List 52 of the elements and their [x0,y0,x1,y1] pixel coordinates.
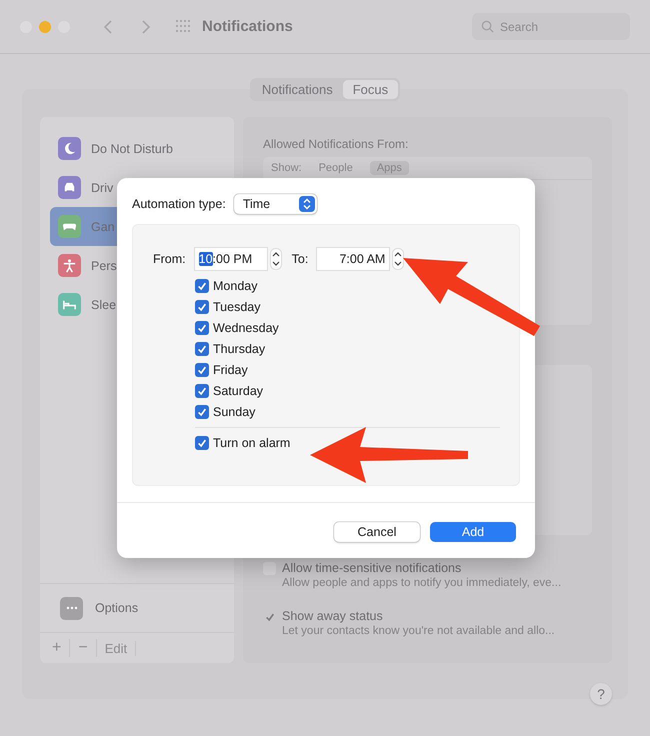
stepper-icon[interactable] [392,248,404,270]
person-icon [62,258,77,273]
tab[interactable]: Notifications [252,80,343,99]
automation-type-label: Automation type: [132,197,226,211]
to-label: To: [292,252,308,266]
filter-tab[interactable]: People [312,161,360,175]
automation-type-popup[interactable]: Time [234,194,317,214]
from-time-field[interactable]: 10:00 PM [194,247,268,271]
checkbox[interactable] [195,405,209,419]
tab[interactable]: Focus [342,80,398,99]
ellipsis-icon [60,596,83,620]
checkbox[interactable] [195,300,209,314]
checkbox[interactable] [195,384,209,398]
section-heading: Allowed Notifications From: [263,137,410,151]
add-button[interactable]: Add [430,522,516,542]
sidebar-item-label: Gan [91,220,115,234]
setting-description: Allow people and apps to notify you immediately, eve... [282,577,562,589]
checkbox[interactable] [195,279,209,293]
edit-button[interactable]: Edit [96,640,136,656]
day-label: Thursday [213,342,266,356]
checkbox[interactable] [195,321,209,335]
show-label: Show: [271,162,302,174]
alarm-label: Turn on alarm [213,436,290,450]
checkbox[interactable] [195,436,209,450]
from-label: From: [153,252,186,266]
search-icon [481,20,494,33]
sidebar-item-label[interactable]: Pers [91,258,117,272]
remove-button[interactable]: − [70,639,97,657]
sidebar-item-label[interactable]: Do Not Disturb [91,142,173,156]
window-title: Notifications [202,18,293,35]
checkbox[interactable] [263,562,276,575]
day-label: Tuesday [213,300,260,314]
options-label[interactable]: Options [95,601,138,615]
day-label: Wednesday [213,321,279,335]
sidebar-item-label[interactable]: Driv [91,180,114,194]
checkbox[interactable] [195,342,209,356]
checkbox[interactable] [195,363,209,377]
add-button[interactable]: + [44,639,70,657]
search-field[interactable]: Search [472,13,630,40]
chevron-updown-icon [298,196,315,212]
to-time-field[interactable]: 7:00 AM [316,247,390,271]
sidebar-item-label[interactable]: Slee [91,298,116,312]
stepper-icon[interactable] [270,248,282,270]
setting-description: Let your contacts know you're not available and allo... [282,625,555,637]
day-label: Saturday [213,384,264,398]
day-label: Sunday [213,405,256,419]
setting-label: Show away status [282,609,384,623]
moon-icon [62,141,77,156]
day-label: Monday [213,279,258,293]
cancel-button[interactable]: Cancel [334,522,420,542]
day-label: Friday [213,363,248,377]
setting-label: Allow time-sensitive notifications [282,561,462,575]
